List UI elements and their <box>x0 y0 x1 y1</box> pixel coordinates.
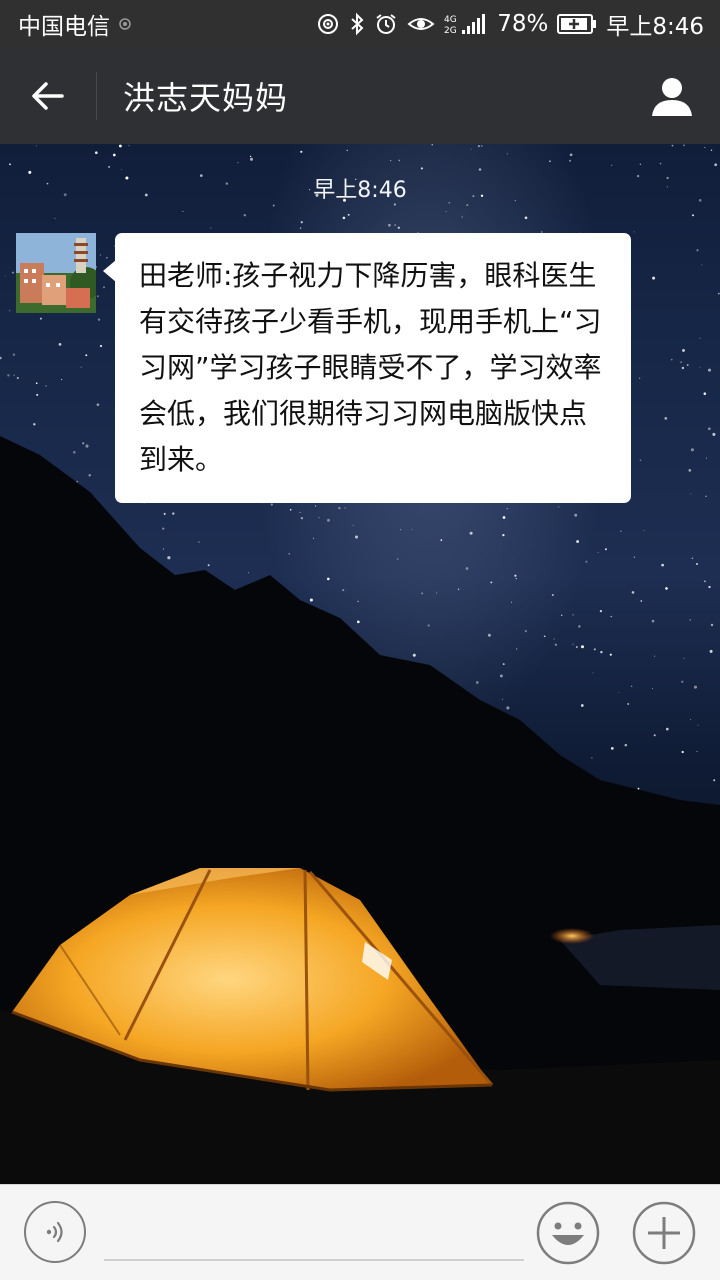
status-time: 早上8:46 <box>606 14 704 40</box>
arrow-left-icon <box>32 82 64 110</box>
carrier-signal-icon <box>119 18 131 30</box>
battery-percent: 78% <box>497 11 549 37</box>
avatar[interactable] <box>16 233 96 313</box>
emoji-icon <box>536 1201 600 1265</box>
chat-profile-button[interactable] <box>624 48 720 144</box>
plus-icon <box>632 1201 696 1265</box>
voice-button[interactable] <box>24 1201 86 1263</box>
status-bar: 中国电信 4G 2G 78% 早上8:46 <box>0 0 720 48</box>
input-bar <box>0 1184 720 1280</box>
building-avatar <box>16 233 96 313</box>
message-text: 田老师:孩子视力下降历害，眼科医生有交待孩子少看手机，现用手机上“习习网”学习孩… <box>139 259 602 476</box>
distant-light <box>550 928 594 944</box>
alarm-icon <box>376 14 396 34</box>
chat-title: 洪志天妈妈 <box>123 79 289 117</box>
back-button[interactable] <box>0 48 96 144</box>
nfc-icon <box>318 14 339 34</box>
more-button[interactable] <box>632 1201 696 1265</box>
chat-screen: 中国电信 4G 2G 78% 早上8:46 洪志天妈妈 早上8:46 田老师:孩… <box>0 0 720 1280</box>
svg-text:2G: 2G <box>444 26 457 36</box>
eye-icon <box>407 18 435 30</box>
person-icon <box>652 78 692 116</box>
message-bubble[interactable]: 田老师:孩子视力下降历害，眼科医生有交待孩子少看手机，现用手机上“习习网”学习孩… <box>115 233 631 503</box>
message-timestamp: 早上8:46 <box>313 178 407 203</box>
svg-text:4G: 4G <box>444 15 457 25</box>
battery-charging-icon <box>557 14 597 34</box>
header-divider <box>96 72 97 120</box>
emoji-button[interactable] <box>536 1201 600 1265</box>
network-4g-icon: 4G 2G <box>444 14 486 36</box>
carrier-group: 中国电信 <box>18 7 132 41</box>
status-icons: 4G 2G 78% 早上8:46 <box>316 7 704 41</box>
bluetooth-icon <box>351 12 364 36</box>
carrier-name: 中国电信 <box>18 14 110 40</box>
chat-header: 洪志天妈妈 <box>0 48 720 144</box>
message-input[interactable] <box>104 1207 524 1261</box>
voice-icon <box>46 1221 63 1243</box>
